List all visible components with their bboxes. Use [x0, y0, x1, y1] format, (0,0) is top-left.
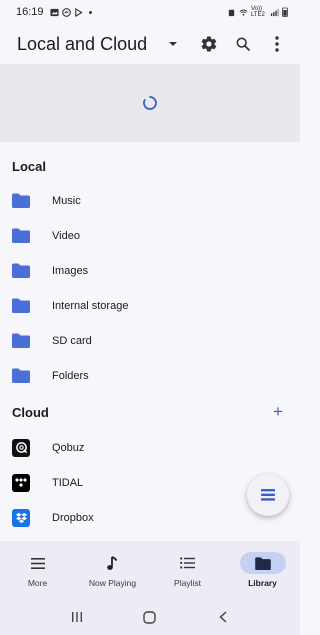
nav-item-now-playing[interactable]: Now Playing — [75, 541, 150, 599]
messenger-icon — [61, 7, 71, 17]
nav-label: Playlist — [174, 578, 201, 588]
dropdown-arrow-icon — [169, 42, 178, 46]
nav-label: More — [27, 578, 48, 588]
status-system-icons: Vo)) LTE2 — [227, 6, 288, 18]
battery-icon — [282, 7, 288, 17]
loading-spinner-icon — [143, 96, 157, 110]
recent-apps-button[interactable] — [62, 605, 92, 629]
home-button[interactable] — [135, 605, 165, 629]
nav-icon-wrap — [15, 552, 61, 574]
queue-list-icon — [261, 489, 275, 501]
back-icon — [219, 611, 227, 623]
folder-icon — [254, 556, 271, 570]
dropbox-icon — [12, 508, 30, 527]
app-bar: Local and Cloud — [0, 24, 300, 64]
signal-icon — [270, 8, 279, 16]
list-item-label: Folders — [52, 369, 89, 382]
menu-icon — [30, 557, 45, 569]
cloud-header-label: Cloud — [12, 404, 49, 420]
status-notification-icons — [49, 7, 95, 17]
more-vert-icon — [275, 36, 279, 52]
title-dropdown[interactable] — [165, 36, 181, 52]
play-store-icon — [74, 7, 83, 17]
local-item-music[interactable]: Music — [0, 183, 300, 218]
list-item-label: TIDAL — [52, 476, 84, 489]
list-item-label: SD card — [52, 334, 92, 347]
alarm-icon — [228, 9, 235, 16]
search-button[interactable] — [228, 29, 258, 59]
local-item-images[interactable]: Images — [0, 253, 300, 288]
nav-item-more[interactable]: More — [0, 541, 75, 599]
wifi-icon — [239, 9, 248, 16]
page-title: Local and Cloud — [17, 33, 148, 54]
network-label: Vo)) LTE2 — [251, 6, 265, 18]
nav-icon-wrap — [165, 552, 211, 574]
nav-label: Library — [248, 578, 277, 588]
list-item-label: Internal storage — [52, 299, 129, 312]
folder-icon — [12, 193, 30, 208]
local-item-sd-card[interactable]: SD card — [0, 323, 300, 358]
list-item-label: Music — [52, 194, 81, 207]
settings-button[interactable] — [194, 29, 224, 59]
system-nav-bar — [0, 599, 300, 635]
home-icon — [143, 610, 157, 624]
playlist-icon — [180, 557, 195, 569]
nav-item-library[interactable]: Library — [225, 541, 300, 599]
settings-icon — [201, 36, 217, 52]
folder-icon — [12, 228, 30, 243]
list-item-label: Dropbox — [52, 511, 94, 524]
cloud-item-qobuz[interactable]: Qobuz — [0, 430, 300, 465]
nav-label: Now Playing — [88, 578, 137, 588]
queue-fab-button[interactable] — [247, 474, 289, 516]
folder-icon — [12, 298, 30, 313]
local-header-label: Local — [12, 158, 46, 174]
back-button[interactable] — [208, 605, 238, 629]
folder-icon — [12, 368, 30, 383]
image-icon — [49, 8, 59, 16]
local-section-header: Local — [12, 156, 288, 176]
local-item-internal-storage[interactable]: Internal storage — [0, 288, 300, 323]
app-bar-actions — [194, 29, 292, 59]
recent-apps-icon — [71, 612, 82, 622]
list-item-label: Video — [52, 229, 80, 242]
local-item-folders[interactable]: Folders — [0, 358, 300, 393]
more-options-button[interactable] — [262, 29, 292, 59]
local-item-video[interactable]: Video — [0, 218, 300, 253]
qobuz-icon — [12, 438, 30, 457]
search-icon — [236, 37, 250, 51]
music-note-icon — [107, 555, 118, 570]
list-item-label: Images — [52, 264, 89, 277]
bottom-nav: More Now Playing Playlist Library — [0, 541, 300, 599]
nav-icon-wrap — [90, 552, 136, 574]
folder-icon — [12, 263, 30, 278]
folder-icon — [12, 333, 30, 348]
tidal-icon — [12, 473, 30, 492]
status-bar: 16:19 Vo)) LTE2 — [0, 0, 300, 24]
status-time: 16:19 — [16, 6, 44, 18]
nav-icon-wrap — [239, 552, 286, 574]
list-item-label: Qobuz — [52, 441, 85, 454]
nav-item-playlist[interactable]: Playlist — [150, 541, 225, 599]
dot-icon — [88, 10, 92, 14]
cloud-section-header: Cloud + — [12, 402, 288, 422]
loading-panel — [0, 64, 300, 142]
add-cloud-button[interactable]: + — [268, 402, 288, 422]
